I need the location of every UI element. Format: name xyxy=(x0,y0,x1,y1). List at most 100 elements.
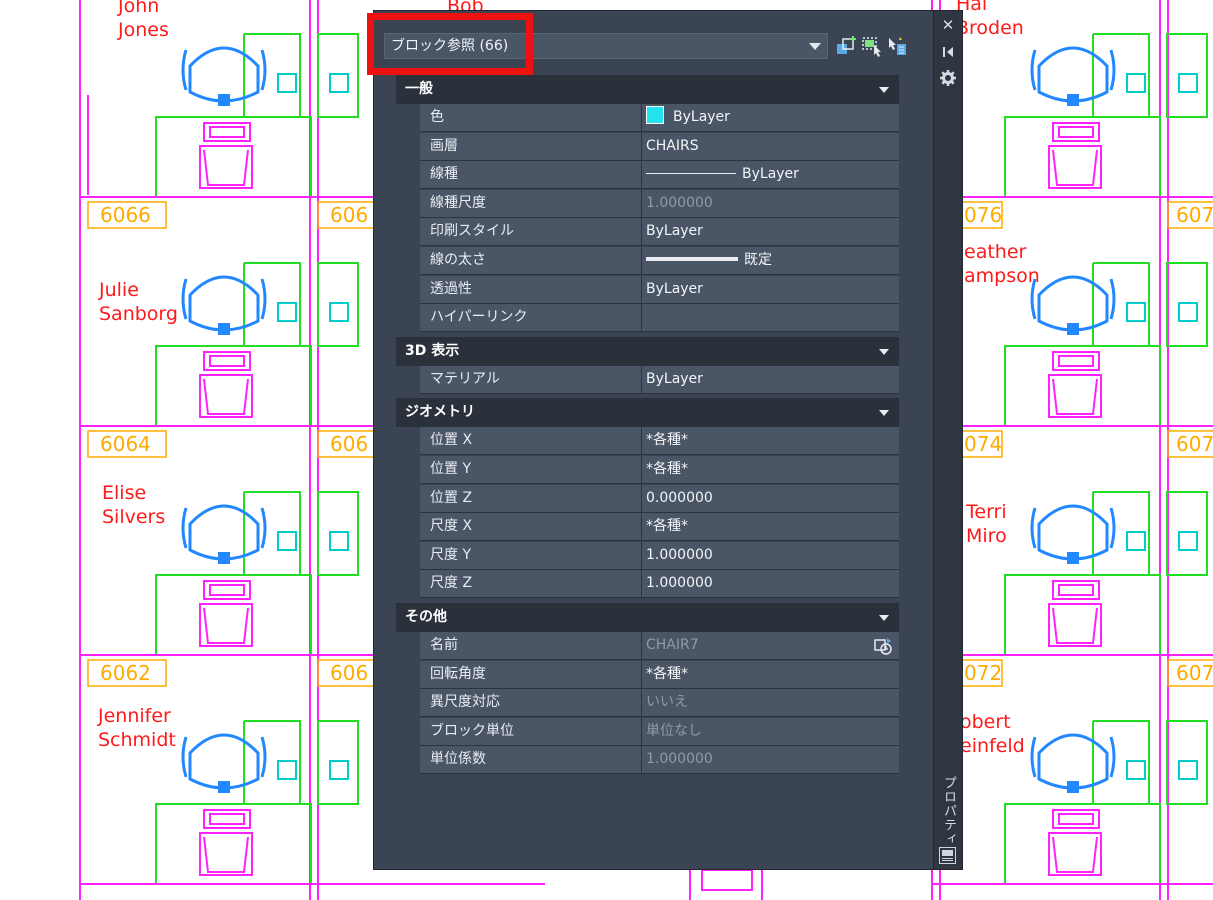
chair-base xyxy=(1067,323,1079,335)
chair-base xyxy=(1067,94,1079,106)
chair-base xyxy=(218,323,230,335)
chevron-down-icon xyxy=(809,43,821,50)
property-value[interactable]: 既定 xyxy=(642,247,899,274)
properties-icon[interactable] xyxy=(939,847,956,864)
employee-name: Jones xyxy=(117,19,169,41)
property-row[interactable]: 色 ByLayer xyxy=(420,104,899,132)
property-label: 透過性 xyxy=(420,275,642,303)
room-number: 072 xyxy=(964,661,1002,685)
property-value[interactable]: ByLayer xyxy=(642,365,899,393)
phone xyxy=(1178,302,1198,322)
property-row[interactable]: 尺度 Z 1.000000 xyxy=(420,570,899,599)
auto-hide-icon[interactable] xyxy=(942,45,954,59)
palette-title-bar[interactable]: ✕ プロパティ xyxy=(933,11,962,869)
property-value[interactable] xyxy=(642,304,899,332)
property-row[interactable]: 線種 ByLayer xyxy=(420,161,899,190)
property-label: 印刷スタイル xyxy=(420,218,642,246)
cabinet xyxy=(1058,584,1094,596)
property-value[interactable]: いいえ xyxy=(642,689,899,717)
property-row[interactable]: 線種尺度 1.000000 xyxy=(420,189,899,218)
desk-outline xyxy=(317,720,359,805)
property-value-text: ByLayer xyxy=(646,223,703,240)
desk-outline xyxy=(1004,262,1150,425)
property-value[interactable]: *各種* xyxy=(642,456,899,483)
section-header[interactable]: 一般 xyxy=(396,75,899,104)
phone xyxy=(1178,531,1198,551)
collapse-chevron-icon[interactable] xyxy=(879,348,889,355)
select-objects-icon[interactable] xyxy=(861,35,883,57)
object-type-dropdown[interactable]: ブロック参照 (66) xyxy=(384,33,828,59)
property-value[interactable]: *各種* xyxy=(642,513,899,541)
quick-select-icon[interactable] xyxy=(886,35,908,57)
property-value[interactable]: ByLayer xyxy=(642,218,899,246)
property-row[interactable]: 画層 CHAIRS xyxy=(420,132,899,161)
property-row[interactable]: ハイパーリンク xyxy=(420,304,899,333)
toggle-pickadd-icon[interactable] xyxy=(836,35,858,57)
property-value[interactable]: CHAIR7 xyxy=(642,632,899,659)
desk-outline xyxy=(317,33,359,118)
property-value-text: 1.000000 xyxy=(646,194,713,211)
phone xyxy=(1178,760,1198,780)
section-header[interactable]: 3D 表示 xyxy=(396,336,899,366)
cabinet xyxy=(1058,126,1094,138)
phone xyxy=(277,760,297,780)
phone xyxy=(277,531,297,551)
room-number: 606 xyxy=(330,661,368,685)
chair-arm xyxy=(181,49,267,91)
property-row[interactable]: 位置 Y *各種* xyxy=(420,456,899,484)
gear-icon[interactable] xyxy=(940,70,956,86)
property-value[interactable]: ByLayer xyxy=(642,161,899,189)
phone xyxy=(329,760,349,780)
desk-outline xyxy=(317,491,359,576)
property-value[interactable]: 1.000000 xyxy=(642,189,899,217)
section-header[interactable]: その他 xyxy=(396,603,899,632)
property-row[interactable]: ブロック単位 単位なし xyxy=(420,717,899,746)
cabinet xyxy=(203,378,249,415)
cabinet xyxy=(1058,813,1094,825)
property-row[interactable]: 単位係数 1.000000 xyxy=(420,746,899,775)
collapse-chevron-icon[interactable] xyxy=(879,87,889,93)
chair-arm xyxy=(1030,278,1116,320)
property-value-text: ByLayer xyxy=(646,280,703,297)
close-icon[interactable]: ✕ xyxy=(934,15,962,35)
property-row[interactable]: 位置 Z 0.000000 xyxy=(420,484,899,513)
property-label: 異尺度対応 xyxy=(420,689,642,717)
room-number: 076 xyxy=(964,203,1002,227)
phone xyxy=(1126,531,1146,551)
phone xyxy=(1126,302,1146,322)
property-row[interactable]: 回転角度 *各種* xyxy=(420,660,899,689)
chair-base xyxy=(218,552,230,564)
property-row[interactable]: マテリアル ByLayer xyxy=(420,365,899,394)
property-label: 単位係数 xyxy=(420,746,642,774)
chair-arm xyxy=(1030,736,1116,778)
employee-name: Jennifer xyxy=(97,705,171,727)
property-row[interactable]: 名前 CHAIR7 xyxy=(420,632,899,660)
property-value[interactable]: CHAIRS xyxy=(642,132,899,160)
property-row[interactable]: 尺度 Y 1.000000 xyxy=(420,541,899,570)
property-label: 位置 X xyxy=(420,427,642,455)
property-value[interactable]: ByLayer xyxy=(642,104,899,131)
collapse-chevron-icon[interactable] xyxy=(879,410,889,417)
chair-arm xyxy=(1030,49,1116,91)
property-value[interactable]: 1.000000 xyxy=(642,746,899,774)
property-value[interactable]: 1.000000 xyxy=(642,570,899,598)
collapse-chevron-icon[interactable] xyxy=(879,615,889,621)
section-header[interactable]: ジオメトリ xyxy=(396,398,899,428)
property-row[interactable]: 位置 X *各種* xyxy=(420,427,899,456)
property-value[interactable]: 0.000000 xyxy=(642,484,899,512)
property-label: 回転角度 xyxy=(420,660,642,688)
property-row[interactable]: 透過性 ByLayer xyxy=(420,275,899,304)
property-row[interactable]: 尺度 X *各種* xyxy=(420,513,899,542)
property-row[interactable]: 線の太さ 既定 xyxy=(420,247,899,275)
property-value[interactable]: *各種* xyxy=(642,427,899,455)
property-value[interactable]: 1.000000 xyxy=(642,541,899,569)
property-value[interactable]: 単位なし xyxy=(642,717,899,745)
property-value-text: 単位なし xyxy=(646,722,702,739)
property-value[interactable]: *各種* xyxy=(642,660,899,688)
phone xyxy=(1126,760,1146,780)
property-row[interactable]: 異尺度対応 いいえ xyxy=(420,689,899,718)
property-value[interactable]: ByLayer xyxy=(642,275,899,303)
property-row[interactable]: 印刷スタイル ByLayer xyxy=(420,218,899,247)
chair-arm xyxy=(1030,507,1116,549)
block-edit-icon[interactable] xyxy=(873,636,893,656)
